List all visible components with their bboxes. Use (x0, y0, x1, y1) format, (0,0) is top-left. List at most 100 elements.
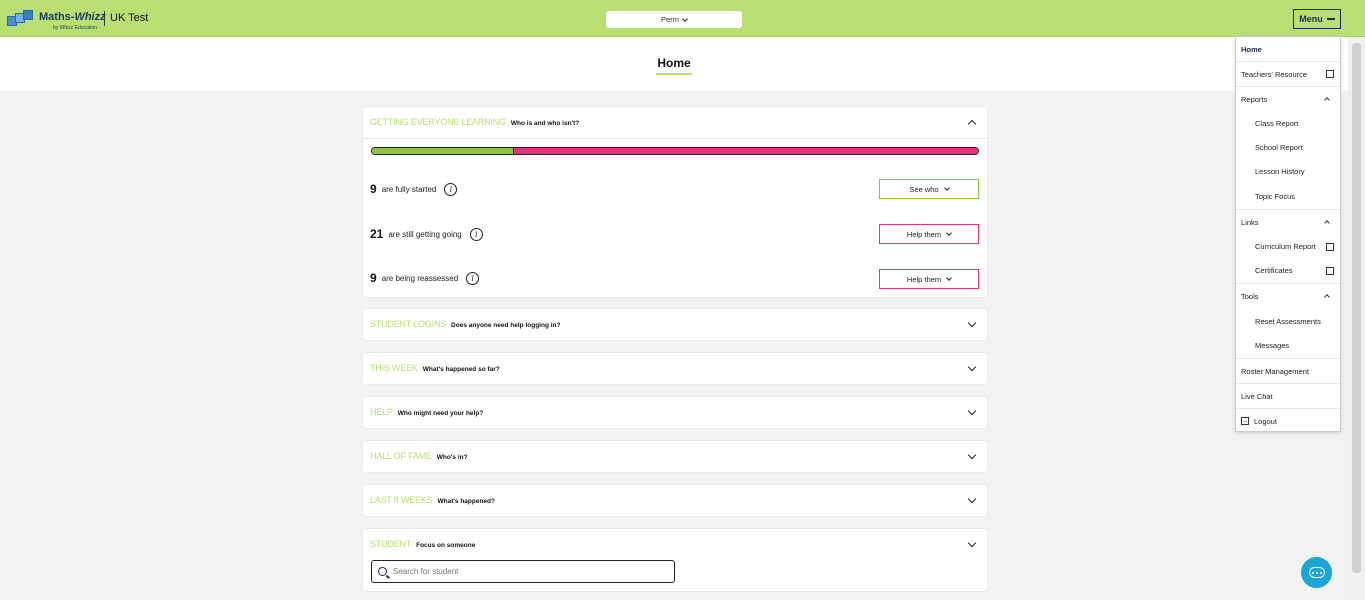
menu-item-logout[interactable]: → Logout (1236, 408, 1340, 433)
menu-button[interactable]: Menu (1293, 9, 1341, 29)
live-chat-button[interactable] (1301, 557, 1332, 588)
chevron-up-icon[interactable] (967, 119, 977, 129)
menu-item-label: Teachers' Resource (1241, 69, 1308, 79)
menu-item-label: Logout (1254, 416, 1277, 426)
external-link-icon (1326, 70, 1334, 78)
card-header[interactable]: Student Focus on someone (370, 539, 475, 549)
search-icon (378, 567, 387, 576)
card-subtitle: What's happened so far? (422, 366, 500, 373)
card-getting-everyone-learning: Getting Everyone Learning Who is and who… (363, 107, 987, 297)
chevron-down-icon[interactable] (967, 362, 977, 372)
menu-item-label: Live Chat (1241, 391, 1273, 401)
chevron-down-icon[interactable] (967, 494, 977, 504)
school-name: UK Test (110, 12, 149, 24)
card-divider (363, 138, 987, 139)
menu-item-certificates[interactable]: Certificates (1236, 258, 1340, 283)
info-icon[interactable]: i (444, 182, 458, 196)
info-icon[interactable]: i (469, 227, 483, 241)
menu-item-home[interactable]: Home (1236, 37, 1340, 62)
card-title: Student Logins (370, 319, 447, 329)
main-menu-dropdown: Home Teachers' Resource Reports Class Re… (1235, 36, 1341, 432)
page-title: Home (657, 56, 691, 70)
card-student-logins[interactable]: Student Logins Does anyone need help log… (363, 309, 987, 340)
card-last-8-weeks[interactable]: Last 8 Weeks What's happened? (363, 485, 987, 516)
menu-item-class-report[interactable]: Class Report (1236, 111, 1340, 136)
button-label: See who (909, 184, 939, 194)
menu-item-reports[interactable]: Reports (1236, 86, 1340, 111)
menu-item-label: School Report (1255, 143, 1303, 152)
card-title: Help (370, 407, 393, 417)
maths-whizz-logo[interactable]: Maths-Whizz by Whizz Education (7, 9, 106, 31)
stat-count: 9 (370, 182, 377, 196)
close-menu-icon (1326, 18, 1335, 20)
page-scrollbar[interactable] (1348, 37, 1365, 600)
card-title: This Week (370, 363, 418, 373)
class-select-value: Perm (661, 15, 679, 24)
card-subtitle: Focus on someone (416, 542, 476, 549)
card-title: Getting Everyone Learning (370, 117, 506, 127)
menu-item-teachers-resource[interactable]: Teachers' Resource (1236, 61, 1340, 86)
stat-count: 21 (370, 227, 384, 241)
logout-icon: → (1241, 417, 1249, 425)
card-title: Hall of Fame (370, 451, 432, 461)
card-header: Student Logins Does anyone need help log… (370, 319, 560, 329)
card-student: Student Focus on someone (363, 529, 987, 591)
stat-label: are still getting going (388, 229, 462, 239)
menu-item-label: Certificates (1255, 266, 1293, 275)
menu-item-messages[interactable]: Messages (1236, 333, 1340, 358)
menu-item-tools[interactable]: Tools (1236, 283, 1340, 308)
help-them-button[interactable]: Help them (879, 224, 979, 244)
external-link-icon (1326, 266, 1334, 275)
chevron-down-icon[interactable] (967, 406, 977, 416)
card-hall-of-fame[interactable]: Hall of Fame Who's in? (363, 441, 987, 472)
card-title: Last 8 Weeks (370, 495, 433, 505)
chevron-down-icon[interactable] (967, 318, 977, 328)
menu-item-topic-focus[interactable]: Topic Focus (1236, 184, 1340, 209)
card-subtitle: Who might need your help? (397, 410, 484, 417)
card-header: This Week What's happened so far? (370, 363, 500, 373)
top-bar: Maths-Whizz by Whizz Education UK Test P… (0, 0, 1365, 37)
menu-item-lesson-history[interactable]: Lesson History (1236, 159, 1340, 184)
logo-subtext: by Whizz Education (53, 25, 97, 31)
chat-icon (1308, 567, 1325, 578)
menu-item-live-chat[interactable]: Live Chat (1236, 383, 1340, 408)
see-who-button[interactable]: See who (879, 179, 979, 199)
menu-item-label: Links (1241, 217, 1259, 227)
menu-item-links[interactable]: Links (1236, 209, 1340, 234)
menu-item-label: Topic Focus (1255, 192, 1296, 201)
menu-item-label: Roster Management (1241, 366, 1309, 376)
chevron-up-icon (1324, 97, 1330, 103)
external-link-icon (1326, 242, 1334, 251)
menu-item-label: Lesson History (1255, 167, 1305, 176)
card-help[interactable]: Help Who might need your help? (363, 397, 987, 428)
learning-progress-bar (371, 147, 979, 155)
header-divider (104, 11, 105, 26)
menu-item-curriculum-report[interactable]: Curriculum Report (1236, 234, 1340, 259)
menu-item-reset-assessments[interactable]: Reset Assessments (1236, 309, 1340, 334)
progress-fully-started (372, 148, 515, 154)
chevron-down-icon[interactable] (967, 538, 977, 548)
card-subtitle: Who's in? (436, 454, 468, 461)
menu-item-roster-management[interactable]: Roster Management (1236, 358, 1340, 383)
button-label: Help them (906, 274, 942, 284)
stat-label: are being reassessed (381, 273, 459, 283)
search-input[interactable] (393, 567, 643, 576)
card-header[interactable]: Getting Everyone Learning Who is and who… (370, 117, 579, 127)
chevron-down-icon[interactable] (967, 450, 977, 460)
help-them-button[interactable]: Help them (879, 269, 979, 289)
menu-item-label: Tools (1241, 291, 1259, 301)
menu-item-label: Home (1241, 45, 1262, 54)
card-this-week[interactable]: This Week What's happened so far? (363, 353, 987, 384)
student-search[interactable] (371, 560, 675, 583)
logo-text: Maths-Whizz (39, 11, 106, 23)
chevron-down-icon (946, 230, 952, 236)
scrollbar-thumb[interactable] (1352, 43, 1361, 573)
menu-item-label: Curriculum Report (1255, 242, 1316, 251)
class-select[interactable]: Perm (606, 11, 742, 28)
info-icon[interactable]: i (466, 271, 480, 285)
card-subtitle: What's happened? (437, 498, 495, 505)
card-header: Hall of Fame Who's in? (370, 451, 468, 461)
menu-item-school-report[interactable]: School Report (1236, 135, 1340, 160)
menu-item-label: Reset Assessments (1255, 317, 1321, 326)
card-title: Student (370, 539, 412, 549)
